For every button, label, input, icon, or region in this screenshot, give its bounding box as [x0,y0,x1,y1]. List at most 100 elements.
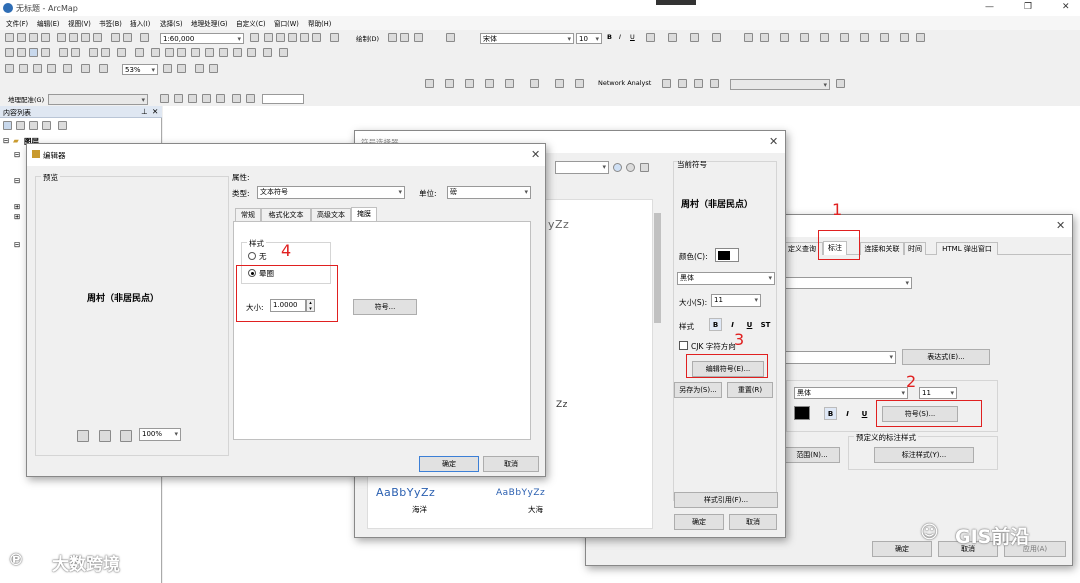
tab-html-popup[interactable]: HTML 弹出窗口 [936,242,998,255]
label-size-select[interactable]: 11 [919,387,957,399]
label-underline-button[interactable]: U [858,407,871,420]
route-icon[interactable] [233,48,242,57]
find-icon[interactable] [219,48,228,57]
editor-cancel-button[interactable]: 取消 [483,456,539,472]
text-icon[interactable] [446,33,455,42]
symbol-gallery-scrollbar[interactable] [652,199,662,529]
menu-view[interactable]: 视图(V) [68,18,91,28]
layer-expand-icon[interactable]: ⊟ [14,176,20,185]
na-window-icon[interactable] [694,79,703,88]
zoom-out-icon[interactable] [17,48,26,57]
scrollbar-thumb[interactable] [654,213,661,323]
symbol-sample-sea[interactable]: AaBbYyZz [496,488,545,498]
clear-selection-icon[interactable] [135,48,144,57]
rectangle-icon[interactable] [414,33,423,42]
nudge-icon[interactable] [860,33,869,42]
zoom-in-icon[interactable] [5,48,14,57]
na-directions-icon[interactable] [710,79,719,88]
search-window-icon[interactable] [288,33,297,42]
label-style-button[interactable]: 标注样式(Y)... [874,447,974,463]
focus-data-frame-icon[interactable] [177,64,186,73]
back-icon[interactable] [89,48,98,57]
layout-pan-icon[interactable] [33,64,42,73]
search-options-icon[interactable] [626,163,635,172]
label-italic-button[interactable]: I [841,407,854,420]
georef-input[interactable] [262,94,304,104]
identify-icon[interactable] [165,48,174,57]
label-bold-button[interactable]: B [824,407,837,420]
network-tool-4-icon[interactable] [485,79,494,88]
georef-tool-4-icon[interactable] [202,94,211,103]
full-extent-icon[interactable] [41,48,50,57]
symbol-sample-ocean[interactable]: AaBbYyZz [376,486,435,499]
list-by-selection-icon[interactable] [42,121,51,130]
html-popup-icon[interactable] [191,48,200,57]
order-icon[interactable] [780,33,789,42]
menu-selection[interactable]: 选择(S) [160,18,183,28]
georef-tool-3-icon[interactable] [188,94,197,103]
minimize-icon[interactable]: — [985,2,994,12]
close-icon[interactable]: ✕ [769,135,778,148]
tab-formatted-text[interactable]: 格式化文本 [261,208,311,221]
symbol-search-input[interactable] [555,161,609,174]
layout-zoom-out-icon[interactable] [19,64,28,73]
change-layout-icon[interactable] [195,64,204,73]
close-icon[interactable]: ✕ [1062,2,1070,12]
na-create-icon[interactable] [662,79,671,88]
arctoolbox-icon[interactable] [300,33,309,42]
georef-tool-2-icon[interactable] [174,94,183,103]
menu-insert[interactable]: 插入(I) [130,18,150,28]
align-icon[interactable] [800,33,809,42]
print-icon[interactable] [41,33,50,42]
georef-tool-7-icon[interactable] [246,94,255,103]
symbol-bold-button[interactable]: B [709,318,722,331]
preview-zoom-select[interactable]: 100% [139,428,181,441]
na-layer-select[interactable] [730,79,830,90]
symbol-sample-partial[interactable]: Zz [556,400,568,410]
network-analyst-menu[interactable]: Network Analyst [598,79,651,87]
search-icon[interactable] [613,163,622,172]
network-tool-8-icon[interactable] [575,79,584,88]
redo-icon[interactable] [123,33,132,42]
close-icon[interactable]: ✕ [531,148,540,161]
menu-customize[interactable]: 自定义(C) [236,18,266,28]
na-solve-icon[interactable] [678,79,687,88]
symbol-ok-button[interactable]: 确定 [674,514,724,530]
georef-layer-select[interactable] [48,94,148,105]
layer-expand-icon[interactable]: ⊞ [14,202,20,211]
list-by-drawing-order-icon[interactable] [3,121,12,130]
copy-icon[interactable] [69,33,78,42]
line-color-icon[interactable] [690,33,699,42]
guides-icon[interactable] [916,33,925,42]
fixed-zoom-out-icon[interactable] [71,48,80,57]
marker-color-icon[interactable] [712,33,721,42]
save-as-button[interactable]: 另存为(S)... [674,382,722,398]
mask-symbol-button[interactable]: 符号... [353,299,417,315]
draw-font-select[interactable]: 宋体 [480,33,574,44]
list-by-source-icon[interactable] [16,121,25,130]
network-tool-2-icon[interactable] [445,79,454,88]
python-icon[interactable] [312,33,321,42]
font-color-icon[interactable] [646,33,655,42]
label-color-swatch[interactable] [794,406,810,420]
network-tool-5-icon[interactable] [505,79,514,88]
open-icon[interactable] [17,33,26,42]
view-options-icon[interactable] [640,163,649,172]
tab-time[interactable]: 时间 [904,242,926,255]
layers-expand-icon[interactable]: ⊟ [3,136,9,145]
actual-size-icon[interactable] [120,430,132,442]
menu-file[interactable]: 文件(F) [6,18,28,28]
toggle-draft-icon[interactable] [163,64,172,73]
georeferencing-menu[interactable]: 地理配准(G) [8,94,44,104]
grid-icon[interactable] [900,33,909,42]
tab-definition-query[interactable]: 定义查询 [781,242,823,255]
layout-fixed-in-icon[interactable] [81,64,90,73]
fit-to-window-icon[interactable] [77,430,89,442]
delete-icon[interactable] [93,33,102,42]
georef-tool-1-icon[interactable] [160,94,169,103]
fill-color-icon[interactable] [668,33,677,42]
zoom-100-icon[interactable] [63,64,72,73]
distribute-icon[interactable] [820,33,829,42]
symbol-size-select[interactable]: 11 [711,294,761,307]
save-icon[interactable] [29,33,38,42]
